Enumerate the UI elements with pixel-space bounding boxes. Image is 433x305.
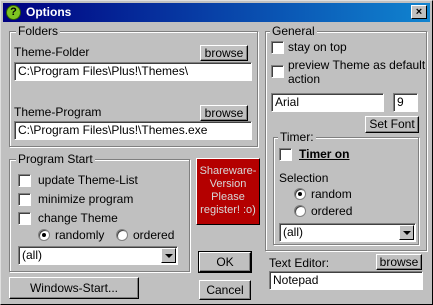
- text-editor-label: Text Editor:: [269, 256, 330, 270]
- timer-dropdown-value: (all): [283, 225, 303, 239]
- preview-theme-checkbox[interactable]: [271, 65, 284, 78]
- ordered-label: ordered: [133, 228, 175, 242]
- text-editor-browse-button[interactable]: browse: [376, 254, 422, 270]
- font-size-input[interactable]: 9: [393, 93, 418, 112]
- shareware-line: register! :o): [200, 204, 256, 216]
- program-start-group: Program Start update Theme-List minimize…: [9, 152, 190, 272]
- minimize-program-checkbox[interactable]: [18, 193, 31, 206]
- randomly-radio[interactable]: [38, 229, 50, 241]
- general-legend: General: [270, 24, 317, 38]
- change-theme-checkbox[interactable]: [18, 212, 31, 225]
- update-theme-list-label: update Theme-List: [38, 173, 138, 187]
- title-bar[interactable]: ? Options ×: [3, 3, 430, 22]
- cancel-button[interactable]: Cancel: [199, 280, 251, 300]
- theme-folder-label: Theme-Folder: [14, 45, 90, 59]
- theme-program-browse-button[interactable]: browse: [200, 105, 248, 121]
- shareware-line: Version: [209, 178, 247, 190]
- timer-on-label: Timer on: [299, 147, 350, 161]
- stay-on-top-label: stay on top: [288, 40, 347, 54]
- folders-legend: Folders: [16, 24, 61, 38]
- stay-on-top-checkbox[interactable]: [271, 41, 284, 54]
- shareware-notice[interactable]: Shareware- Version Please register! :o): [196, 158, 260, 225]
- theme-folder-input[interactable]: C:\Program Files\Plus!\Themes\: [14, 62, 252, 81]
- theme-program-label: Theme-Program: [14, 105, 102, 119]
- update-theme-list-checkbox[interactable]: [18, 174, 31, 187]
- timer-legend: Timer:: [278, 130, 316, 144]
- randomly-label: randomly: [55, 228, 105, 242]
- options-dialog: ? Options × Folders Theme-Folder browse …: [0, 0, 433, 305]
- ordered-radio[interactable]: [116, 229, 128, 241]
- preview-theme-label-line2: action: [288, 72, 321, 86]
- theme-program-input[interactable]: C:\Program Files\Plus!\Themes.exe: [14, 121, 252, 140]
- set-font-button[interactable]: Set Font: [365, 116, 419, 133]
- timer-random-radio[interactable]: [294, 188, 306, 200]
- timer-ordered-radio[interactable]: [294, 205, 306, 217]
- shareware-line: Please: [211, 191, 245, 203]
- text-editor-input[interactable]: Notepad: [269, 271, 423, 290]
- theme-folder-browse-button[interactable]: browse: [200, 45, 248, 61]
- timer-dropdown[interactable]: (all): [279, 223, 416, 242]
- program-start-dropdown-value: (all): [22, 248, 42, 262]
- program-start-legend: Program Start: [16, 152, 95, 166]
- timer-ordered-label: ordered: [311, 204, 353, 218]
- ok-button[interactable]: OK: [198, 251, 252, 273]
- selection-label: Selection: [279, 171, 329, 185]
- chevron-down-icon[interactable]: [161, 248, 176, 263]
- close-button[interactable]: ×: [411, 5, 427, 19]
- windows-start-button[interactable]: Windows-Start...: [9, 277, 139, 299]
- minimize-program-label: minimize program: [38, 192, 134, 206]
- program-start-dropdown[interactable]: (all): [18, 246, 178, 265]
- shareware-line: Shareware-: [199, 165, 257, 177]
- folders-group: Folders Theme-Folder browse C:\Program F…: [9, 24, 258, 147]
- window-title: Options: [26, 5, 72, 19]
- preview-theme-label-line1: preview Theme as default: [288, 58, 426, 72]
- chevron-down-icon[interactable]: [399, 225, 414, 240]
- timer-on-checkbox[interactable]: [279, 148, 292, 161]
- font-name-input[interactable]: Arial: [271, 93, 384, 112]
- timer-random-label: random: [311, 187, 352, 201]
- change-theme-label: change Theme: [38, 211, 118, 225]
- timer-group: Timer: Timer on Selection random ordered…: [273, 130, 419, 245]
- help-icon: ?: [6, 5, 21, 20]
